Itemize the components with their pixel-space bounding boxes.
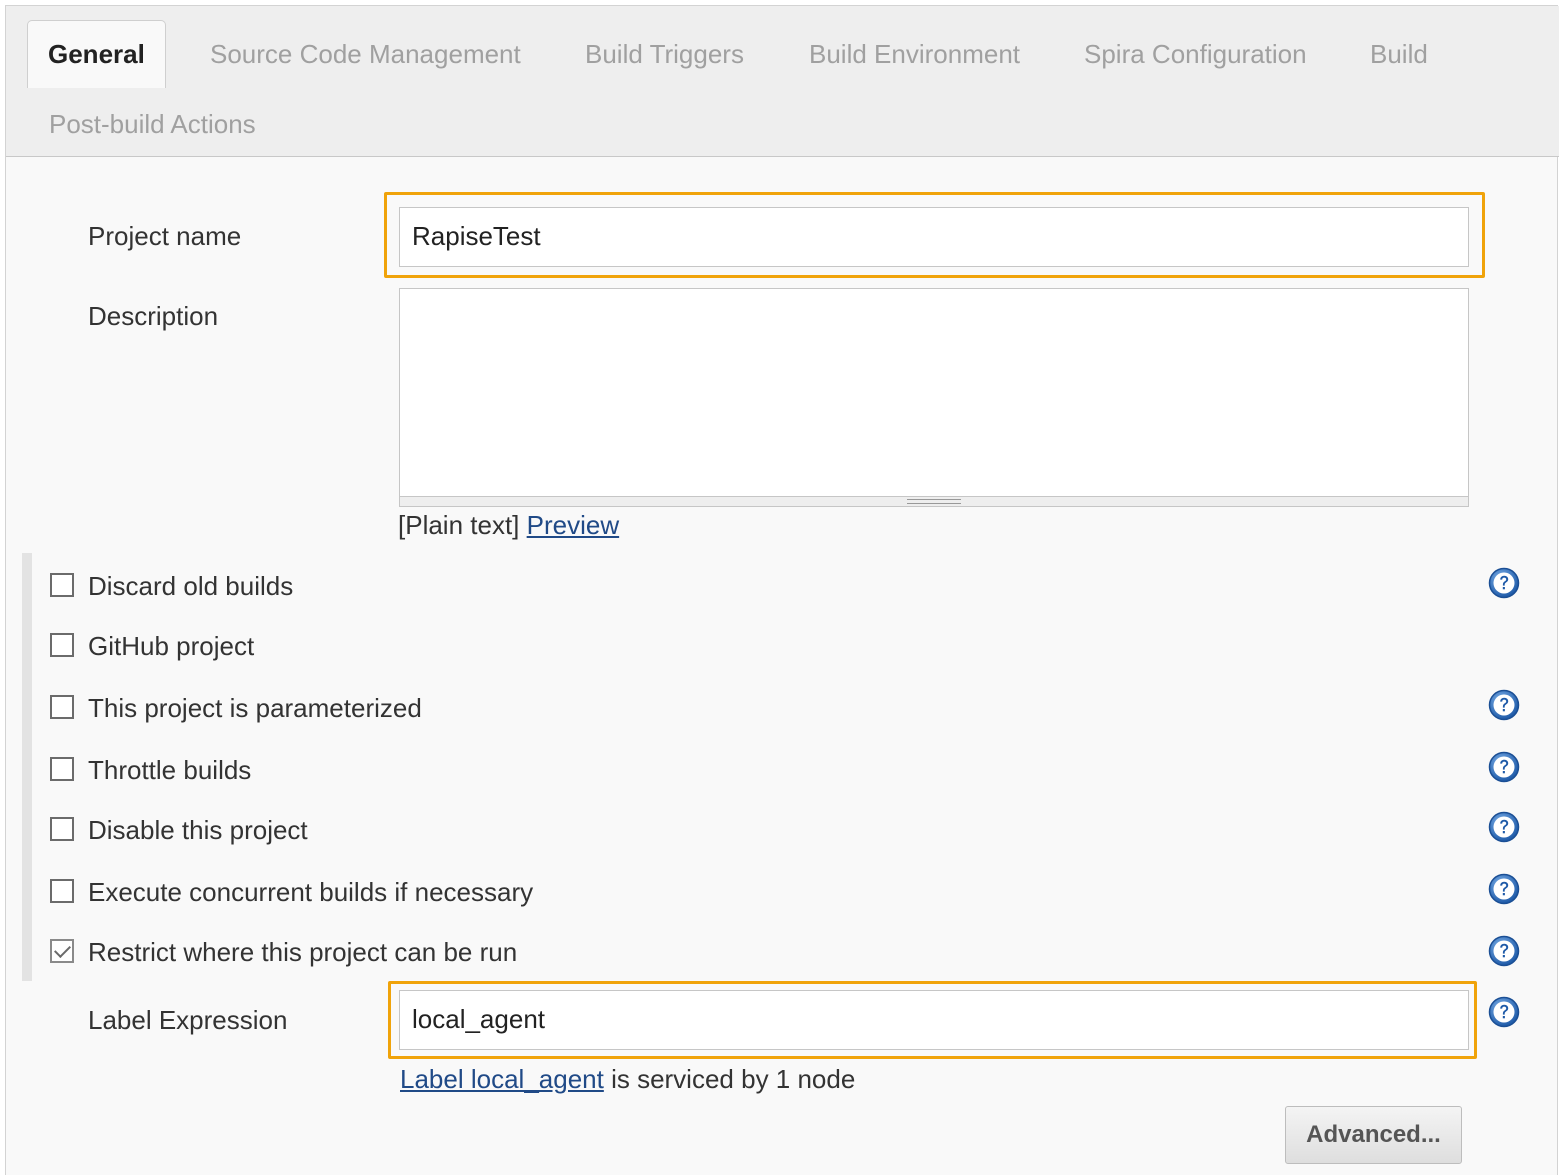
discard-old-builds-label[interactable]: Discard old builds [88,570,293,602]
parameterized-label[interactable]: This project is parameterized [88,692,422,724]
help-disable-project-icon[interactable] [1488,811,1520,843]
tab-source-code-management[interactable]: Source Code Management [210,39,521,70]
help-parameterized-icon[interactable] [1488,689,1520,721]
option-discard-old-builds: Discard old builds [50,570,750,606]
tab-build-environment[interactable]: Build Environment [809,39,1020,70]
tab-build-triggers[interactable]: Build Triggers [585,39,744,70]
resize-grip-icon [907,499,961,504]
tab-build[interactable]: Build [1370,39,1428,70]
help-concurrent-builds-icon[interactable] [1488,873,1520,905]
option-parameterized: This project is parameterized [50,692,750,728]
label-expression-label: Label Expression [88,1005,288,1035]
options-section-bar [22,553,32,981]
label-serviced-text: is serviced by 1 node [603,1064,856,1094]
option-restrict-where-run: Restrict where this project can be run [50,936,750,972]
throttle-builds-checkbox[interactable] [50,757,74,781]
restrict-where-run-checkbox[interactable] [50,939,74,963]
label-local-agent-link[interactable]: Label local_agent [400,1064,604,1094]
disable-project-checkbox[interactable] [50,817,74,841]
project-name-input[interactable]: RapiseTest [399,207,1469,267]
option-disable-project: Disable this project [50,814,750,850]
option-concurrent-builds: Execute concurrent builds if necessary [50,876,750,912]
github-project-checkbox[interactable] [50,633,74,657]
config-tab-bar: General Source Code Management Build Tri… [6,6,1559,157]
github-project-label[interactable]: GitHub project [88,630,254,662]
label-expression-input[interactable]: local_agent [399,990,1469,1050]
help-discard-old-builds-icon[interactable] [1488,567,1520,599]
plain-text-label: [Plain text] [398,510,520,540]
restrict-where-run-label[interactable]: Restrict where this project can be run [88,936,517,968]
tab-general[interactable]: General [27,20,166,88]
tab-spira-configuration[interactable]: Spira Configuration [1084,39,1307,70]
advanced-button[interactable]: Advanced... [1285,1106,1462,1164]
concurrent-builds-checkbox[interactable] [50,879,74,903]
checkmark-icon [54,941,71,958]
job-config-panel: General Source Code Management Build Tri… [5,5,1559,1175]
help-label-expression-icon[interactable] [1488,996,1520,1028]
help-restrict-where-run-icon[interactable] [1488,935,1520,967]
option-throttle-builds: Throttle builds [50,754,750,790]
description-resize-handle[interactable] [399,496,1469,507]
label-expression-status: Label local_agent is serviced by 1 node [400,1064,855,1095]
description-textarea[interactable] [399,288,1469,497]
concurrent-builds-label[interactable]: Execute concurrent builds if necessary [88,876,533,908]
description-label: Description [88,301,219,331]
help-throttle-builds-icon[interactable] [1488,751,1520,783]
preview-link[interactable]: Preview [527,510,619,540]
throttle-builds-label[interactable]: Throttle builds [88,754,251,786]
project-name-label: Project name [88,221,242,251]
discard-old-builds-checkbox[interactable] [50,573,74,597]
description-format-row: [Plain text] Preview [398,510,619,541]
disable-project-label[interactable]: Disable this project [88,814,308,846]
tab-post-build-actions[interactable]: Post-build Actions [49,109,256,140]
parameterized-checkbox[interactable] [50,695,74,719]
option-github-project: GitHub project [50,630,750,666]
